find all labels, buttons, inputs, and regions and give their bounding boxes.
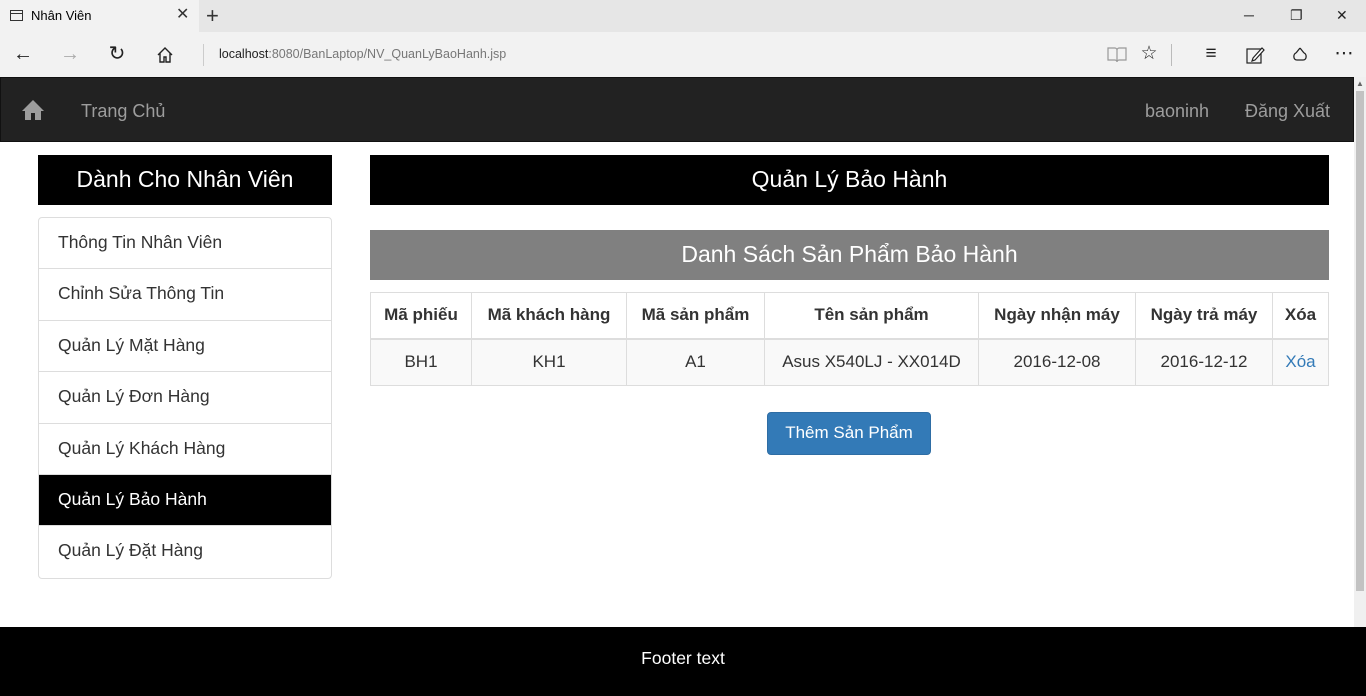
address-separator [203,44,204,66]
column-header: Ngày nhận máy [978,292,1136,340]
table-cell: Xóa [1272,338,1329,386]
sidebar-item-thong-tin-nhan-vien[interactable]: Thông Tin Nhân Viên [39,218,331,270]
delete-link[interactable]: Xóa [1285,352,1315,371]
sidebar-item-quan-ly-dat-hang[interactable]: Quản Lý Đặt Hàng [39,526,331,577]
section-title: Danh Sách Sản Phẩm Bảo Hành [370,230,1329,280]
minimize-icon[interactable]: ─ [1244,7,1254,23]
table-cell: KH1 [471,338,627,386]
home-icon[interactable] [21,98,45,122]
home-link[interactable]: Trang Chủ [81,101,165,122]
top-navbar: Trang Chủ baoninh Đăng Xuất [0,77,1354,142]
restore-icon[interactable]: ❐ [1290,7,1303,24]
toolbar-separator [1171,44,1172,66]
sidebar-title: Dành Cho Nhân Viên [38,155,332,205]
table-row: BH1 KH1 A1 Asus X540LJ - XX014D 2016-12-… [370,338,1329,386]
table-cell: A1 [626,338,765,386]
browser-tab-bar: Nhân Viên ✕ + ─ ❐ ✕ [0,0,1366,32]
sidebar-item-quan-ly-khach-hang[interactable]: Quản Lý Khách Hàng [39,424,331,475]
more-icon[interactable]: ⋯ [1331,42,1357,68]
user-link[interactable]: baoninh [1145,101,1209,122]
table-cell: BH1 [370,338,472,386]
back-icon[interactable]: ← [10,42,36,68]
column-header: Ngày trả máy [1135,292,1273,340]
sidebar-item-quan-ly-bao-hanh[interactable]: Quản Lý Bảo Hành [39,474,331,527]
table-header-row: Mã phiếu Mã khách hàng Mã sản phẩm Tên s… [370,292,1329,340]
logout-link[interactable]: Đăng Xuất [1245,101,1330,122]
column-header: Xóa [1272,292,1329,340]
table-cell: 2016-12-08 [978,338,1136,386]
sidebar-item-quan-ly-don-hang[interactable]: Quản Lý Đơn Hàng [39,372,331,424]
close-tab-icon[interactable]: ✕ [176,6,189,24]
vertical-scrollbar[interactable]: ▲ [1354,77,1366,627]
new-tab-icon[interactable]: + [206,3,219,29]
column-header: Mã khách hàng [471,292,627,340]
url-host: localhost [219,47,269,61]
tab-title: Nhân Viên [31,8,92,23]
add-product-button[interactable]: Thêm Sản Phẩm [767,412,931,455]
refresh-icon[interactable]: ↻ [104,42,130,68]
sidebar-item-chinh-sua-thong-tin[interactable]: Chỉnh Sửa Thông Tin [39,269,331,321]
table-cell: Asus X540LJ - XX014D [764,338,979,386]
page-icon [10,10,23,21]
column-header: Mã sản phẩm [626,292,765,340]
forward-icon[interactable]: → [57,42,83,68]
favorite-star-icon[interactable]: ☆ [1136,42,1162,68]
table-cell: 2016-12-12 [1135,338,1273,386]
share-icon[interactable] [1287,42,1313,68]
page-footer: Footer text [0,627,1366,696]
scrollbar-thumb[interactable] [1356,91,1364,591]
home-icon[interactable] [152,42,178,68]
warranty-table: Mã phiếu Mã khách hàng Mã sản phẩm Tên s… [370,292,1329,386]
url-path: :8080/BanLaptop/NV_QuanLyBaoHanh.jsp [268,47,507,61]
page-title: Quản Lý Bảo Hành [370,155,1329,205]
sidebar-item-quan-ly-mat-hang[interactable]: Quản Lý Mặt Hàng [39,321,331,373]
reading-view-icon[interactable] [1104,42,1130,68]
scroll-up-icon[interactable]: ▲ [1356,79,1364,88]
browser-address-bar: ← → ↻ localhost:8080/BanLaptop/NV_QuanLy… [0,32,1366,77]
close-window-icon[interactable]: ✕ [1336,7,1348,24]
hub-icon[interactable]: ≡ [1198,42,1224,68]
column-header: Tên sản phẩm [764,292,979,340]
column-header: Mã phiếu [370,292,472,340]
web-note-icon[interactable] [1242,42,1268,68]
browser-tab[interactable]: Nhân Viên ✕ [0,0,199,32]
page-viewport: Trang Chủ baoninh Đăng Xuất Dành Cho Nhâ… [0,77,1366,696]
url-field[interactable]: localhost:8080/BanLaptop/NV_QuanLyBaoHan… [219,47,506,61]
sidebar-menu: Thông Tin Nhân Viên Chỉnh Sửa Thông Tin … [38,217,332,579]
